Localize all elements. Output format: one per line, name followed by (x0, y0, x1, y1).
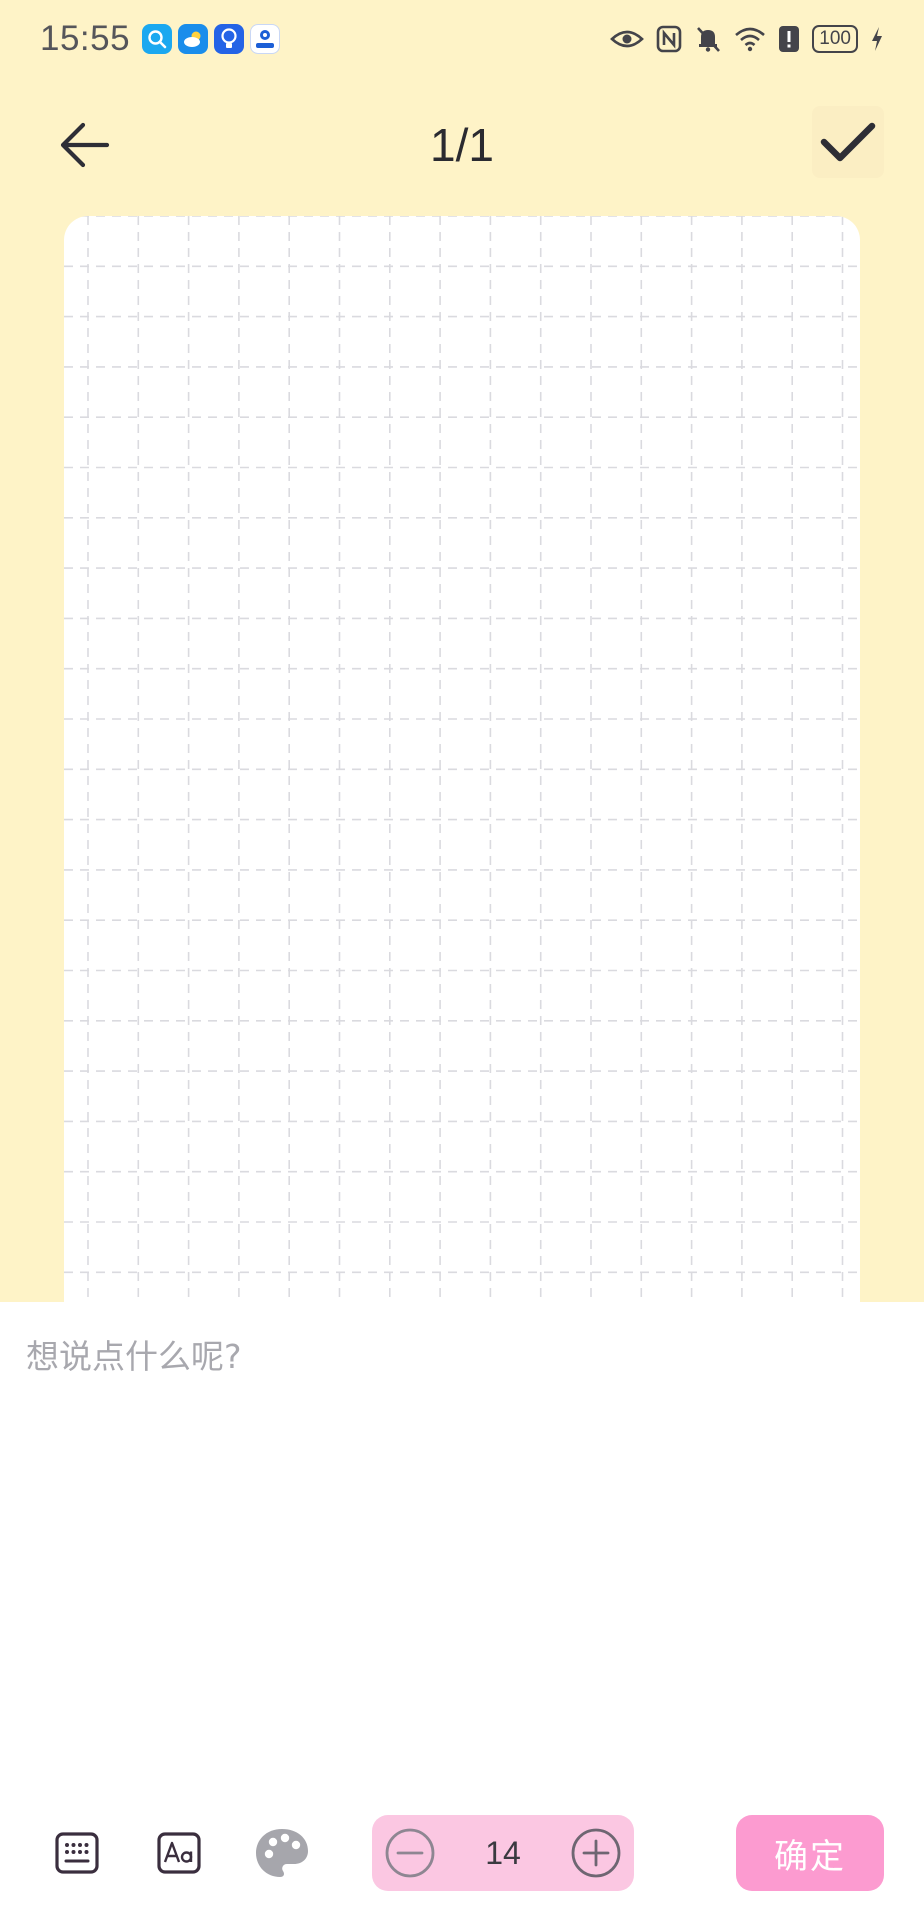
search-app-icon (142, 24, 173, 54)
font-size-stepper: 14 (372, 1815, 634, 1891)
status-bar: 15:55 100 (0, 0, 924, 78)
charging-icon (870, 26, 884, 52)
grid-lines (64, 216, 860, 1330)
battery-level: 100 (819, 28, 851, 49)
minus-circle-icon (385, 1828, 435, 1878)
alert-icon (778, 25, 800, 53)
palette-icon (256, 1829, 308, 1877)
confirm-check-button[interactable] (812, 106, 884, 178)
status-left: 15:55 (40, 19, 281, 59)
battery-icon: 100 (812, 25, 858, 53)
plus-circle-icon (571, 1828, 621, 1878)
font-style-button[interactable] (141, 1815, 217, 1891)
page-indicator: 1/1 (430, 119, 494, 171)
font-size-value: 14 (485, 1834, 521, 1871)
check-icon (820, 122, 876, 162)
grid-paper-canvas[interactable] (64, 216, 860, 1330)
decrease-button[interactable] (382, 1825, 438, 1881)
eye-icon (610, 28, 645, 50)
font-aa-icon (157, 1832, 201, 1874)
nfc-icon (656, 25, 682, 53)
bulb-app-icon (214, 24, 245, 54)
weather-app-icon (178, 24, 209, 54)
color-palette-button[interactable] (244, 1815, 320, 1891)
profile-app-icon (250, 24, 281, 54)
keyboard-button[interactable] (39, 1815, 115, 1891)
increase-button[interactable] (568, 1825, 624, 1881)
keyboard-icon (55, 1832, 99, 1874)
status-right: 100 (610, 25, 884, 53)
bottom-toolbar: 14 确定 (0, 1815, 924, 1891)
note-input[interactable] (26, 1326, 886, 1386)
bell-off-icon (694, 25, 722, 53)
confirm-button[interactable]: 确定 (736, 1815, 884, 1891)
status-time: 15:55 (40, 19, 131, 58)
wifi-icon (734, 26, 766, 52)
